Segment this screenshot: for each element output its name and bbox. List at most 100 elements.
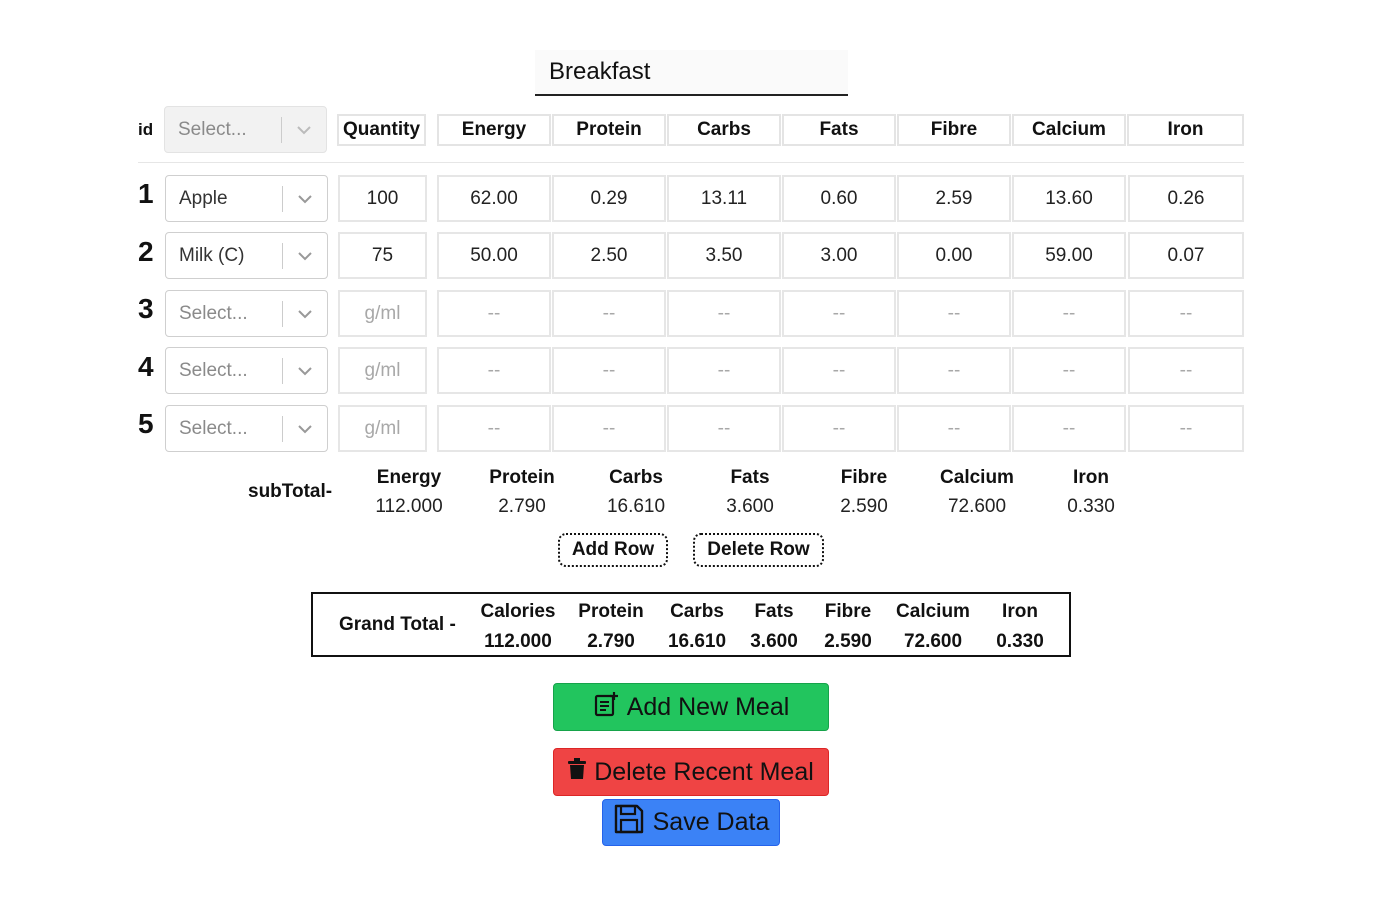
id-header: id: [138, 120, 154, 139]
grand-total-value: 112.000: [484, 631, 552, 652]
calcium-header: Calcium: [1012, 114, 1126, 146]
subtotal-label: subTotal-: [248, 481, 333, 502]
chevron-down-icon: [282, 107, 326, 152]
protein-cell: --: [552, 290, 666, 337]
header-select-placeholder: Select...: [178, 118, 247, 140]
iron-cell: 0.07: [1128, 232, 1244, 279]
chevron-down-icon[interactable]: [283, 348, 327, 393]
chevron-down-icon[interactable]: [283, 406, 327, 451]
calcium-cell: 13.60: [1012, 175, 1126, 222]
iron-cell: 0.26: [1128, 175, 1244, 222]
subtotal-name: Energy: [376, 467, 442, 488]
food-select[interactable]: Apple: [165, 175, 328, 222]
food-select-placeholder: Select...: [179, 359, 248, 381]
meal-name-input[interactable]: [535, 50, 848, 96]
grand-total-value: 72.600: [903, 631, 963, 652]
subtotal-name: Fats: [730, 467, 770, 488]
grand-total-value: 3.600: [750, 631, 798, 652]
grand-total-carbs: Carbs 16.610: [659, 598, 735, 658]
carbs-cell: 13.11: [667, 175, 781, 222]
chevron-down-icon[interactable]: [283, 291, 327, 336]
subtotal-value: 3.600: [726, 496, 774, 517]
fats-header: Fats: [782, 114, 896, 146]
energy-header: Energy: [437, 114, 551, 146]
subtotal-value: 0.330: [1067, 496, 1115, 517]
grand-total-fibre: Fibre 2.590: [815, 598, 881, 658]
food-select[interactable]: Select...: [165, 290, 328, 337]
row-number: 4: [138, 351, 154, 382]
delete-recent-meal-button[interactable]: Delete Recent Meal: [553, 748, 829, 796]
subtotal-fibre: Fibre 2.590: [814, 466, 914, 518]
protein-cell: 0.29: [552, 175, 666, 222]
row-number: 2: [138, 236, 154, 267]
grand-total-name: Carbs: [670, 601, 724, 622]
iron-cell: --: [1128, 290, 1244, 337]
energy-cell: --: [437, 290, 551, 337]
add-new-meal-button[interactable]: Add New Meal: [553, 683, 829, 731]
subtotal-energy: Energy 112.000: [359, 466, 459, 518]
energy-cell: --: [437, 405, 551, 452]
energy-cell: 62.00: [437, 175, 551, 222]
subtotal-name: Iron: [1073, 467, 1109, 488]
note-add-icon: [593, 691, 619, 724]
protein-cell: 2.50: [552, 232, 666, 279]
grand-total-value: 2.790: [587, 631, 635, 652]
grand-total-box: Grand Total - Calories 112.000 Protein 2…: [311, 592, 1071, 657]
calcium-cell: --: [1012, 405, 1126, 452]
quantity-input[interactable]: 75: [338, 232, 427, 279]
grand-total-name: Protein: [578, 601, 644, 622]
food-select-value: Milk (C): [179, 244, 245, 266]
subtotal-iron: Iron 0.330: [1041, 466, 1141, 518]
food-select[interactable]: Select...: [165, 405, 328, 452]
grand-total-fats: Fats 3.600: [741, 598, 807, 658]
delete-row-button[interactable]: Delete Row: [693, 533, 824, 567]
quantity-input[interactable]: g/ml: [338, 405, 427, 452]
add-row-button[interactable]: Add Row: [558, 533, 668, 567]
carbs-cell: --: [667, 347, 781, 394]
food-select-placeholder: Select...: [179, 417, 248, 439]
subtotal-name: Calcium: [940, 467, 1014, 488]
carbs-cell: --: [667, 405, 781, 452]
save-data-button[interactable]: Save Data: [602, 799, 780, 846]
subtotal-calcium: Calcium 72.600: [927, 466, 1027, 518]
add-new-meal-label: Add New Meal: [626, 692, 790, 721]
chevron-down-icon[interactable]: [283, 176, 327, 221]
subtotal-fats: Fats 3.600: [700, 466, 800, 518]
delete-recent-meal-label: Delete Recent Meal: [594, 757, 814, 786]
row-number: 5: [138, 408, 154, 439]
subtotal-name: Carbs: [609, 467, 663, 488]
header-food-select: Select...: [164, 106, 327, 153]
fibre-cell: --: [897, 405, 1011, 452]
food-select-placeholder: Select...: [179, 302, 248, 324]
grand-total-name: Calcium: [896, 601, 970, 622]
subtotal-value: 72.600: [947, 496, 1007, 517]
carbs-cell: 3.50: [667, 232, 781, 279]
quantity-input[interactable]: g/ml: [338, 290, 427, 337]
floppy-disk-icon: [613, 803, 645, 842]
food-select[interactable]: Milk (C): [165, 232, 328, 279]
energy-cell: --: [437, 347, 551, 394]
grand-total-value: 16.610: [667, 631, 727, 652]
calcium-cell: --: [1012, 347, 1126, 394]
fibre-cell: 2.59: [897, 175, 1011, 222]
row-number: 1: [138, 178, 154, 209]
chevron-down-icon[interactable]: [283, 233, 327, 278]
subtotal-value: 112.000: [375, 496, 443, 517]
subtotal-name: Fibre: [840, 467, 888, 488]
food-select-value: Apple: [179, 187, 228, 209]
subtotal-value: 2.790: [498, 496, 546, 517]
grand-total-label: Grand Total -: [339, 614, 456, 635]
fibre-cell: --: [897, 347, 1011, 394]
grand-total-calcium: Calcium 72.600: [889, 598, 977, 658]
grand-total-value: 0.330: [996, 631, 1044, 652]
row-number: 3: [138, 293, 154, 324]
fats-cell: --: [782, 290, 896, 337]
food-select[interactable]: Select...: [165, 347, 328, 394]
iron-cell: --: [1128, 347, 1244, 394]
subtotal-carbs: Carbs 16.610: [586, 466, 686, 518]
calcium-cell: 59.00: [1012, 232, 1126, 279]
protein-cell: --: [552, 347, 666, 394]
save-data-label: Save Data: [652, 808, 770, 836]
quantity-input[interactable]: 100: [338, 175, 427, 222]
quantity-input[interactable]: g/ml: [338, 347, 427, 394]
